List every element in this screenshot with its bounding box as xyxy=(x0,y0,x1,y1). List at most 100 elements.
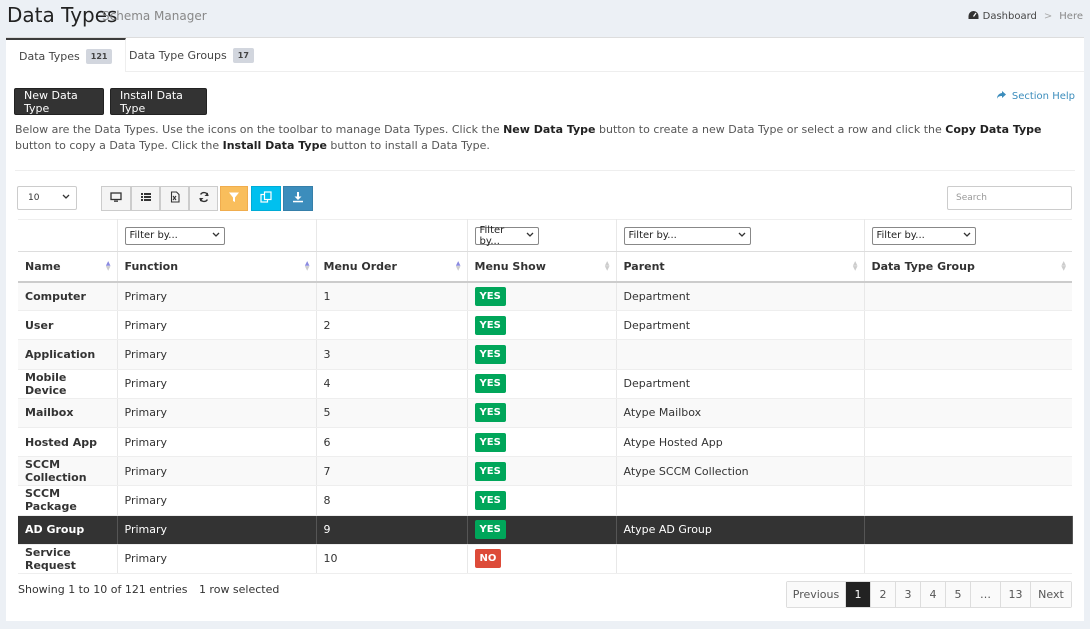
function-filter-select[interactable]: Filter by... xyxy=(124,226,225,245)
install-button[interactable] xyxy=(283,186,313,211)
section-help-link[interactable]: Section Help xyxy=(996,90,1075,103)
refresh-icon xyxy=(198,191,210,206)
tab-data-types[interactable]: Data Types 121 xyxy=(6,38,127,72)
cell-parent xyxy=(616,544,865,574)
cell-menu-show: YES xyxy=(467,281,617,312)
col-header-parent[interactable]: Parent ▲ ▼ xyxy=(616,251,865,283)
cell-menu-order: 9 xyxy=(316,515,468,545)
col-header-label: Menu Order xyxy=(323,259,397,273)
refresh-button[interactable] xyxy=(189,186,218,211)
table-row[interactable]: Mobile Device Primary 4 YES Department xyxy=(18,369,1072,399)
col-header-name[interactable]: Name ▲ ▼ xyxy=(18,251,118,283)
pagination-page[interactable]: 2 xyxy=(871,582,896,607)
status-badge: YES xyxy=(474,286,506,306)
page-title: Data Types xyxy=(7,3,118,27)
install-data-type-button[interactable]: Install Data Type xyxy=(110,88,207,115)
cell-menu-order: 10 xyxy=(316,544,468,574)
status-badge: YES xyxy=(474,432,506,452)
group-filter-select[interactable]: Filter by... xyxy=(871,226,976,245)
status-badge: YES xyxy=(474,520,506,540)
cell-name: SCCM Package xyxy=(18,485,118,516)
filter-button[interactable] xyxy=(220,186,248,211)
search-input[interactable]: Search xyxy=(947,186,1072,210)
pagination-page[interactable]: 13 xyxy=(1001,582,1031,607)
pagination-page[interactable]: 1 xyxy=(846,582,871,607)
cell-function: Primary xyxy=(117,544,317,574)
cell-name: Computer xyxy=(18,281,118,312)
cell-function: Primary xyxy=(117,456,317,487)
filter-row: Filter by... Filter by... Filter by... F… xyxy=(18,219,1072,252)
description-bold: Copy Data Type xyxy=(945,123,1042,136)
chevron-down-icon xyxy=(963,230,971,241)
tab-count-badge: 17 xyxy=(232,47,254,63)
cell-parent xyxy=(616,339,865,370)
cell-parent: Department xyxy=(616,369,865,399)
description-part: Below are the Data Types. Use the icons … xyxy=(15,123,504,136)
breadcrumb-dashboard[interactable]: Dashboard xyxy=(983,11,1037,22)
col-header-data-type-group[interactable]: Data Type Group ▲ ▼ xyxy=(864,251,1072,283)
cell-menu-show: YES xyxy=(467,339,617,370)
description-part: button to install a Data Type. xyxy=(326,139,490,152)
status-badge: NO xyxy=(474,549,502,569)
status-badge: YES xyxy=(474,374,506,394)
breadcrumb-current: Here xyxy=(1059,11,1083,22)
table-row[interactable]: User Primary 2 YES Department xyxy=(18,310,1072,341)
table-row-selected[interactable]: AD Group Primary 9 YES Atype AD Group xyxy=(18,515,1073,545)
cell-menu-show: NO xyxy=(467,544,617,574)
chevron-down-icon xyxy=(212,230,220,241)
table-row[interactable]: SCCM Package Primary 8 YES xyxy=(18,485,1072,516)
new-data-type-button[interactable]: New Data Type xyxy=(14,88,104,115)
download-icon xyxy=(292,191,304,206)
pagination-page[interactable]: 3 xyxy=(896,582,921,607)
page-length-select[interactable]: 10 xyxy=(17,186,77,210)
cell-menu-show: YES xyxy=(467,515,617,545)
cell-menu-order: 7 xyxy=(316,456,468,487)
cell-group xyxy=(864,427,1072,458)
table-row[interactable]: Mailbox Primary 5 YES Atype Mailbox xyxy=(18,398,1072,428)
toggle-columns-button[interactable] xyxy=(101,186,131,211)
menu-show-filter-select[interactable]: Filter by... xyxy=(474,224,539,247)
filter-cell: Filter by... xyxy=(117,219,317,252)
copy-data-type-button[interactable] xyxy=(251,186,281,211)
cell-group xyxy=(864,485,1072,516)
excel-icon xyxy=(169,191,181,206)
filter-label: Filter by... xyxy=(479,224,505,247)
list-view-button[interactable] xyxy=(131,186,160,211)
col-header-menu-show[interactable]: Menu Show ▲ ▼ xyxy=(467,251,617,283)
cell-group xyxy=(864,544,1072,574)
cell-name: AD Group xyxy=(18,515,118,545)
col-header-menu-order[interactable]: Menu Order ▲ ▼ xyxy=(316,251,468,283)
col-header-label: Function xyxy=(124,259,179,273)
export-excel-button[interactable] xyxy=(160,186,189,211)
table-row[interactable]: Service Request Primary 10 NO xyxy=(18,544,1072,574)
cell-function: Primary xyxy=(117,398,317,428)
pagination-previous[interactable]: Previous xyxy=(787,582,846,607)
pagination-page[interactable]: 5 xyxy=(946,582,971,607)
sort-asc-icon: ▲ ▼ xyxy=(304,260,310,272)
col-header-function[interactable]: Function ▲ ▼ xyxy=(117,251,317,283)
tab-data-type-groups[interactable]: Data Type Groups 17 xyxy=(116,38,267,72)
cell-menu-show: YES xyxy=(467,369,617,399)
chevron-down-icon xyxy=(526,230,534,241)
status-badge: YES xyxy=(474,344,506,364)
sort-asc-icon: ▲ ▼ xyxy=(105,260,111,272)
table-row[interactable]: Computer Primary 1 YES Department xyxy=(18,281,1072,312)
cell-menu-order: 5 xyxy=(316,398,468,428)
chevron-down-icon xyxy=(738,230,746,241)
table-row[interactable]: SCCM Collection Primary 7 YES Atype SCCM Col… xyxy=(18,456,1072,487)
sort-asc-icon: ▲ ▼ xyxy=(455,260,461,272)
tab-count-badge: 121 xyxy=(85,48,113,64)
table-row[interactable]: Hosted App Primary 6 YES Atype Hosted App xyxy=(18,427,1072,458)
cell-group xyxy=(864,281,1072,312)
col-header-label: Data Type Group xyxy=(871,259,975,273)
cell-function: Primary xyxy=(117,369,317,399)
header-row: Name ▲ ▼ Function ▲ ▼ Menu Order ▲ ▼ Menu Show… xyxy=(18,251,1072,283)
pagination-ellipsis: … xyxy=(971,582,1001,607)
pagination-page[interactable]: 4 xyxy=(921,582,946,607)
divider xyxy=(15,170,1075,171)
pagination-next[interactable]: Next xyxy=(1031,582,1071,607)
description-bold: Install Data Type xyxy=(222,139,327,152)
breadcrumb: Dashboard > Here xyxy=(968,10,1083,23)
parent-filter-select[interactable]: Filter by... xyxy=(623,226,751,245)
table-row[interactable]: Application Primary 3 YES xyxy=(18,339,1072,370)
